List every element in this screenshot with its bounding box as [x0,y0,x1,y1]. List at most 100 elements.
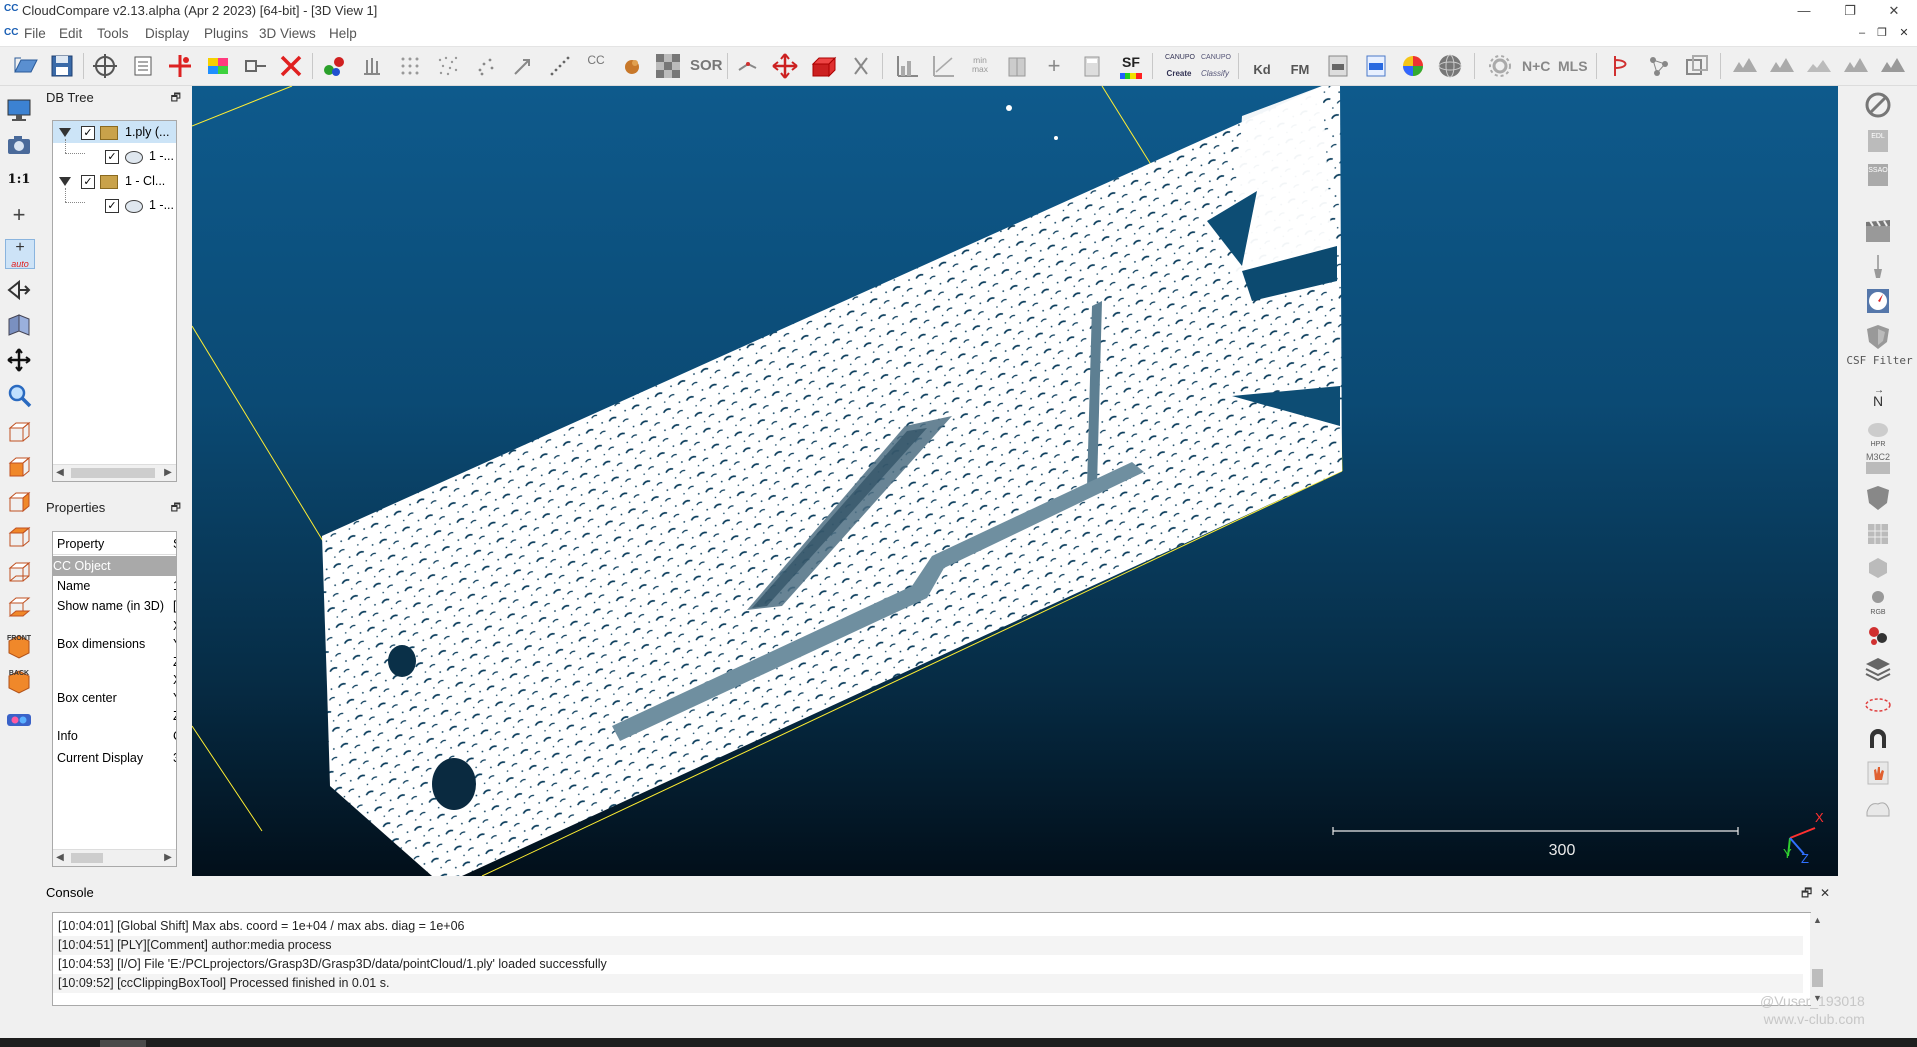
view-right-icon[interactable] [5,558,33,586]
pick-icon[interactable] [734,52,762,80]
cloud-layer-icon[interactable] [1862,792,1894,822]
color-wheel-icon[interactable] [1399,52,1427,80]
view-back-icon[interactable] [5,523,33,551]
curve-icon[interactable] [1607,52,1635,80]
cut-icon[interactable] [847,52,875,80]
clipping-box-icon[interactable] [809,52,837,80]
zoom-1-1-button[interactable]: 1:1 [5,166,33,194]
checkbox-cloud-2[interactable]: ✓ [105,199,119,213]
zoom-icon[interactable] [5,381,33,409]
rotate-view-icon[interactable] [5,276,33,304]
console-close-icon[interactable]: ✕ [1820,882,1830,904]
gear-icon[interactable] [1486,52,1514,80]
sor-filter-icon[interactable]: SOR [690,52,723,80]
ellipse-icon[interactable] [1862,690,1894,720]
tree-item-cloud-1[interactable]: 1 -... [149,146,174,166]
brush-icon[interactable] [1862,251,1894,281]
arrow-points-icon[interactable] [509,52,537,80]
mdi-close-button[interactable]: ✕ [1894,24,1914,42]
pivot-icon[interactable]: + [5,201,33,229]
shield-icon[interactable] [1862,322,1894,352]
rgb-button[interactable]: RGB [1862,586,1894,616]
console-float-icon[interactable]: 🗗 [1801,882,1812,904]
display-icon[interactable] [5,96,33,124]
scroll-left-arrow-icon[interactable]: ◀ [53,850,67,866]
bird-icon[interactable] [618,52,646,80]
menu-tools[interactable]: Tools [97,26,129,41]
arch-icon[interactable] [1862,724,1894,754]
checker-icon[interactable] [654,52,682,80]
add-icon[interactable]: + [1040,52,1068,80]
terrain-icon-1[interactable] [1731,52,1759,80]
auto-pivot-button[interactable]: + auto [5,239,35,269]
scroll-up-arrow-icon[interactable]: ▲ [1810,913,1825,927]
hand-icon[interactable] [1862,758,1894,788]
color-icon[interactable] [204,52,232,80]
expand-arrow-icon[interactable] [59,128,71,137]
subsample-icon[interactable] [434,52,462,80]
cc-icon[interactable]: CC [582,52,610,81]
terrain-icon-5[interactable] [1879,52,1907,80]
mdi-restore-button[interactable]: ❐ [1872,24,1892,42]
menu-help[interactable]: Help [329,26,357,41]
tree-item-1ply[interactable]: 1.ply (... [125,122,169,142]
sample-points-icon[interactable] [396,52,424,80]
normals-icon[interactable] [358,52,386,80]
save-icon[interactable] [48,52,76,80]
property-row[interactable]: Current Display3 [53,748,176,768]
camera-icon[interactable] [5,131,33,159]
scroll-thumb[interactable] [71,853,103,863]
columns-icon[interactable] [1003,52,1031,80]
perspective-icon[interactable] [5,311,33,339]
merge-icon[interactable] [320,52,348,80]
tree-item-cloud-2[interactable]: 1 -... [149,195,174,215]
tree-item-1-cl[interactable]: 1 - Cl... [125,171,165,191]
pan-icon[interactable] [5,346,33,374]
view-bottom-icon[interactable] [5,593,33,621]
csv-icon[interactable] [1362,52,1390,80]
menu-plugins[interactable]: Plugins [204,26,248,41]
property-row[interactable]: Show name (in 3D)[ [53,596,176,616]
compass-icon[interactable] [1862,286,1894,316]
delete-icon[interactable] [277,52,305,80]
terrain-icon-3[interactable] [1805,52,1833,80]
histogram-icon[interactable] [894,52,922,80]
move-icon[interactable] [771,52,799,80]
3d-view[interactable]: 300 X Y Z [192,86,1838,876]
view-left-icon[interactable] [5,488,33,516]
close-button[interactable]: ✕ [1871,0,1917,22]
shield-icon-2[interactable] [1862,483,1894,513]
list-icon[interactable] [129,52,157,80]
view-top-icon[interactable] [5,418,33,446]
properties-float-icon[interactable]: 🗗 [171,498,181,518]
open-icon[interactable] [11,52,39,80]
stereo-icon[interactable] [5,706,33,734]
min-max-icon[interactable]: min max [966,52,994,84]
minimize-button[interactable]: — [1781,0,1827,22]
facets-icon[interactable]: FM [1286,52,1314,80]
animation-icon[interactable] [1862,216,1894,246]
m3c2-button[interactable]: M3C2 [1862,448,1894,478]
hexagon-icon[interactable] [1862,553,1894,583]
global-shift-icon[interactable] [91,52,119,80]
expand-arrow-icon[interactable] [59,177,71,186]
canupo-create-icon[interactable]: CANUPO Create [1165,52,1195,82]
menu-file[interactable]: File [24,26,46,41]
db-tree-float-icon[interactable]: 🗗 [171,88,181,108]
ssao-shader-button[interactable]: SSAO [1862,160,1894,190]
puzzle-icon[interactable] [1862,620,1894,650]
checkbox-cloud-1[interactable]: ✓ [105,150,119,164]
mls-icon[interactable]: MLS [1558,52,1588,80]
checkbox-1ply[interactable]: ✓ [81,126,95,140]
terrain-icon-4[interactable] [1842,52,1870,80]
mdi-minimize-button[interactable]: – [1852,24,1872,42]
db-tree-hscroll[interactable]: ◀ ▶ [53,464,176,481]
fit-icon[interactable] [930,52,958,80]
layers-icon[interactable] [1862,654,1894,684]
no-shader-icon[interactable] [1862,90,1894,120]
scroll-thumb[interactable] [1812,969,1823,987]
edl-shader-button[interactable]: EDL [1862,126,1894,156]
distance-points-icon[interactable] [546,52,574,80]
grid-icon[interactable] [1862,519,1894,549]
register-icon[interactable] [1683,52,1711,80]
